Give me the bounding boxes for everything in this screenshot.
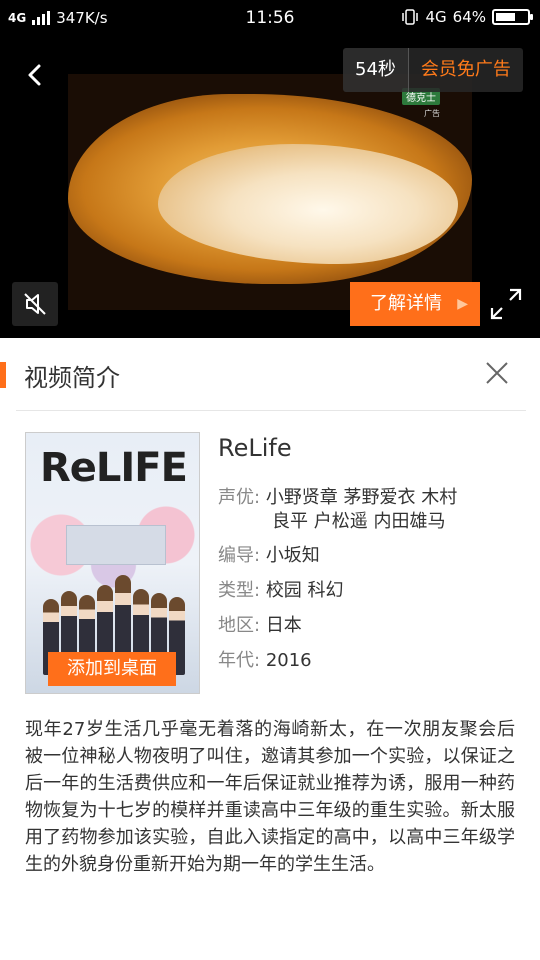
region-value: 日本: [265, 615, 302, 636]
ad-video-frame[interactable]: 德克士 广告: [68, 74, 472, 310]
year-label: 年代:: [218, 650, 261, 671]
video-player[interactable]: 德克士 广告 54秒 会员免广告 了解详情 ▶: [0, 36, 540, 338]
close-button[interactable]: [482, 358, 512, 388]
add-to-desktop-button[interactable]: 添加到桌面: [48, 652, 176, 686]
genre-row: 类型: 校园 科幻: [218, 579, 518, 603]
cast-value-line2: 良平 户松遥 内田雄马: [272, 511, 446, 532]
genre-value: 校园 科幻: [265, 580, 344, 601]
network-type-right: 4G: [425, 8, 447, 26]
battery-percent: 64%: [452, 8, 486, 26]
cast-value-line1: 小野贤章 茅野爱衣 木村: [265, 487, 458, 508]
intro-title: 视频简介: [24, 364, 120, 392]
director-value: 小坂知: [265, 545, 320, 566]
learn-more-label: 了解详情: [370, 293, 442, 314]
ad-top-controls: 54秒 会员免广告: [343, 48, 523, 92]
ad-tag: 广告: [424, 109, 440, 118]
cast-label: 声优:: [218, 487, 261, 508]
back-arrow-icon: [28, 64, 41, 86]
fullscreen-icon: [490, 288, 522, 320]
cast-row: 声优: 小野贤章 茅野爱衣 木村 良平 户松遥 内田雄马: [218, 486, 518, 534]
vibrate-icon: [402, 9, 419, 25]
region-label: 地区:: [218, 615, 261, 636]
close-icon: [486, 362, 508, 384]
show-title: ReLife: [218, 434, 292, 462]
status-bar: 4G 347K/s 11:56 4G 64%: [0, 0, 540, 36]
genre-label: 类型:: [218, 580, 261, 601]
play-arrow-icon: ▶: [457, 296, 468, 312]
divider: [16, 410, 526, 411]
ad-countdown: 54秒: [343, 48, 408, 92]
poster-building: [66, 525, 166, 565]
back-button[interactable]: [18, 58, 52, 92]
year-row: 年代: 2016: [218, 649, 518, 673]
mute-button[interactable]: [12, 282, 58, 326]
section-accent-bar: [0, 362, 6, 388]
year-value: 2016: [265, 650, 312, 671]
poster-logo: ReLIFE: [40, 445, 188, 491]
vip-no-ads-button[interactable]: 会员免广告: [407, 48, 523, 92]
speaker-muted-icon: [24, 293, 46, 315]
intro-header: 视频简介: [0, 344, 540, 408]
fullscreen-button[interactable]: [483, 282, 529, 326]
synopsis-text: 现年27岁生活几乎毫无着落的海崎新太，在一次朋友聚会后被一位神秘人物夜明了叫住，…: [25, 719, 515, 875]
region-row: 地区: 日本: [218, 614, 518, 638]
battery-fill: [496, 13, 516, 21]
director-label: 编导:: [218, 545, 261, 566]
director-row: 编导: 小坂知: [218, 544, 518, 568]
battery-icon: [492, 9, 533, 25]
status-right: 4G 64%: [401, 8, 533, 26]
learn-more-button[interactable]: 了解详情 ▶: [350, 282, 480, 326]
